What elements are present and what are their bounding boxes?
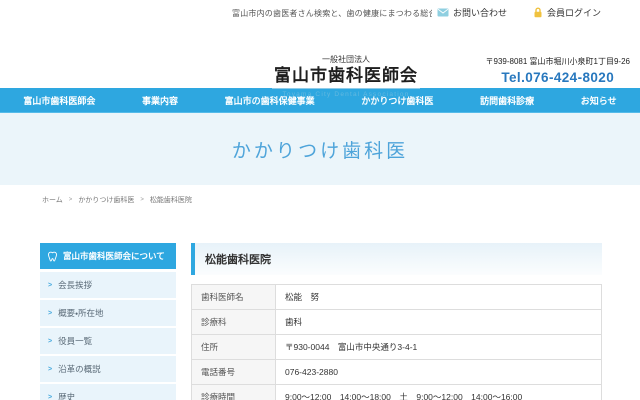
phone-number: Tel.076-424-8020	[501, 70, 615, 85]
contact-button-label: お問い合わせ	[452, 8, 507, 18]
nav-item-services[interactable]: 事業内容	[136, 88, 184, 112]
sidebar-nav: > 会長挨拶 > 概要・所在地 > 役員一覧 > 沿革の概説 > 歴史	[40, 272, 176, 400]
sidebar-header-label: 富山市歯科医師会について	[63, 251, 165, 261]
content: 富山市歯科医師会について > 会長挨拶 > 概要・所在地 > 役員一覧 > 沿革…	[40, 243, 602, 400]
header-contact-info: 〒939-8081 富山市堀川小泉町1丁目9-26 Tel.076-424-80…	[486, 56, 631, 85]
row-value: 〒930-0044 富山市中央通り3-4-1	[275, 334, 602, 360]
org-type: 一般社団法人	[322, 55, 370, 64]
table-row: 診療時間 9:00～12:00 14:00～18:00 土 9:00～12:00…	[191, 384, 602, 400]
site-subtitle: Toyama City Dental Association	[282, 91, 410, 99]
breadcrumb-separator: >	[140, 197, 144, 203]
sidebar-item-officers[interactable]: > 役員一覧	[40, 328, 176, 356]
row-label: 診療時間	[191, 384, 276, 400]
topbar-actions: お問い合わせ 会員ログイン	[431, 3, 606, 22]
table-row: 診療科 歯科	[191, 309, 602, 335]
contact-button[interactable]: お問い合わせ	[431, 3, 512, 22]
chevron-right-icon: >	[48, 281, 53, 289]
logo-divider	[272, 88, 420, 90]
mail-icon	[437, 8, 449, 17]
chevron-right-icon: >	[48, 309, 53, 317]
table-row: 住所 〒930-0044 富山市中央通り3-4-1	[191, 334, 602, 360]
main-content: 松能歯科医院 歯科医師名 松能 努 診療科 歯科 住所 〒930-0044 富山…	[191, 243, 602, 400]
sidebar: 富山市歯科医師会について > 会長挨拶 > 概要・所在地 > 役員一覧 > 沿革…	[40, 243, 176, 400]
chevron-right-icon: >	[48, 365, 53, 373]
row-value: 9:00～12:00 14:00～18:00 土 9:00～12:00 14:0…	[275, 384, 602, 400]
lock-icon	[533, 7, 543, 18]
chevron-right-icon: >	[48, 393, 53, 400]
page-title: かかりつけ歯科医	[231, 140, 409, 162]
sidebar-item-label: 歴史	[58, 392, 76, 400]
chevron-right-icon: >	[48, 337, 53, 345]
breadcrumb: ホーム > かかりつけ歯科医 > 松能歯科医院	[0, 185, 640, 205]
row-value: 歯科	[275, 309, 602, 335]
sidebar-item-overview-location[interactable]: > 概要・所在地	[40, 300, 176, 328]
tooth-icon	[47, 251, 58, 262]
sidebar-item-history-outline[interactable]: > 沿革の概説	[40, 356, 176, 384]
nav-item-association[interactable]: 富山市歯科医師会	[17, 88, 101, 112]
row-value: 076-423-2880	[275, 359, 602, 385]
sidebar-header-about[interactable]: 富山市歯科医師会について	[40, 243, 176, 269]
nav-item-visiting-care[interactable]: 訪問歯科診療	[474, 88, 540, 112]
table-row: 歯科医師名 松能 努	[191, 284, 602, 310]
sidebar-item-label: 概要・所在地	[58, 308, 104, 318]
page-title-banner: かかりつけ歯科医	[0, 113, 640, 185]
clinic-name-heading: 松能歯科医院	[191, 243, 602, 275]
row-label: 診療科	[191, 309, 276, 335]
sidebar-item-greeting[interactable]: > 会長挨拶	[40, 272, 176, 300]
sidebar-item-label: 沿革の概説	[58, 364, 101, 374]
breadcrumb-home[interactable]: ホーム	[42, 195, 63, 205]
sidebar-item-label: 役員一覧	[58, 336, 93, 346]
table-row: 電話番号 076-423-2880	[191, 359, 602, 385]
sidebar-item-label: 会長挨拶	[58, 280, 93, 290]
breadcrumb-separator: >	[68, 197, 73, 203]
clinic-info-table: 歯科医師名 松能 努 診療科 歯科 住所 〒930-0044 富山市中央通り3-…	[191, 284, 602, 400]
site-title: 富山市歯科医師会	[274, 66, 418, 85]
site-header: 一般社団法人 富山市歯科医師会 Toyama City Dental Assoc…	[0, 25, 640, 98]
row-label: 住所	[191, 334, 276, 360]
breadcrumb-current: 松能歯科医院	[149, 197, 192, 204]
row-value: 松能 努	[275, 284, 602, 310]
site-logo[interactable]: 一般社団法人 富山市歯科医師会 Toyama City Dental Assoc…	[270, 54, 422, 98]
page: 富山市内の歯医者さん検索と、歯の健康にまつわる総合情報サイト お問い合わせ 会員…	[0, 0, 640, 400]
nav-item-news[interactable]: お知らせ	[575, 88, 623, 112]
postal-address: 〒939-8081 富山市堀川小泉町1丁目9-26	[485, 57, 631, 66]
top-utility-bar: 富山市内の歯医者さん検索と、歯の健康にまつわる総合情報サイト お問い合わせ 会員…	[0, 0, 640, 25]
breadcrumb-family-dentist[interactable]: かかりつけ歯科医	[78, 195, 134, 205]
row-label: 歯科医師名	[191, 284, 276, 310]
member-login-button[interactable]: 会員ログイン	[527, 3, 606, 22]
row-label: 電話番号	[191, 359, 276, 385]
sidebar-item-history[interactable]: > 歴史	[40, 384, 176, 400]
member-login-button-label: 会員ログイン	[546, 8, 601, 18]
